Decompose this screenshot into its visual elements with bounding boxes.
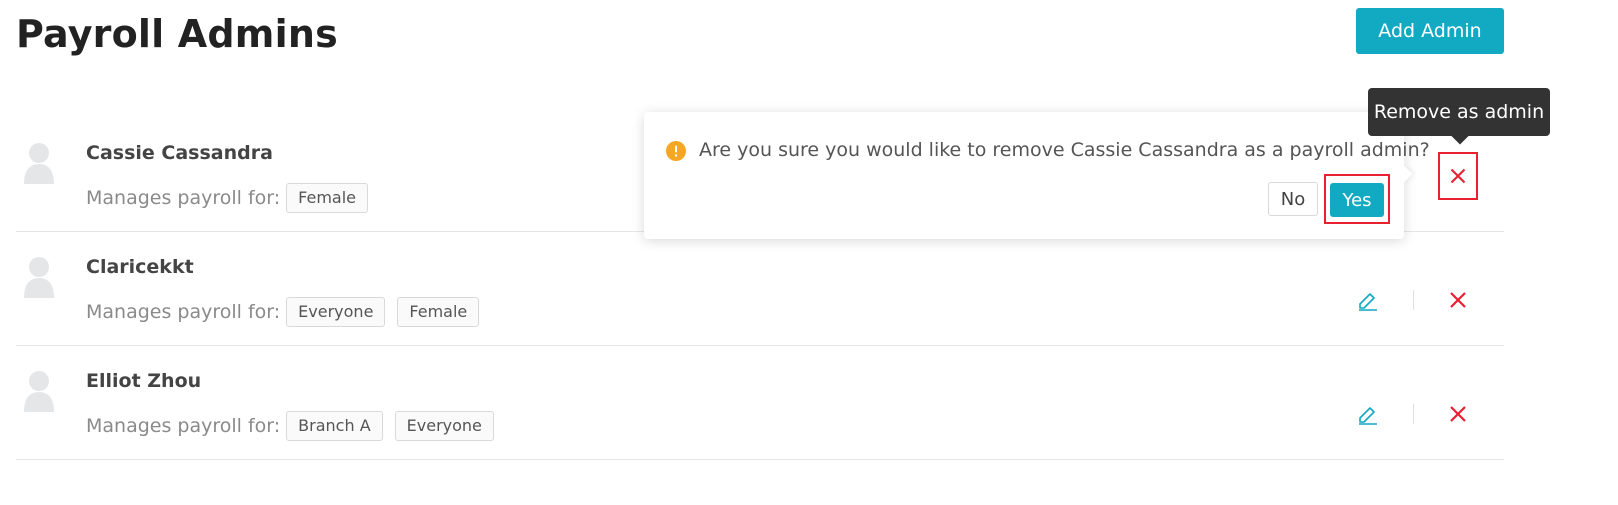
manages-label: Manages payroll for:: [86, 301, 281, 323]
admin-name: Claricekkt: [86, 256, 194, 278]
admin-name: Elliot Zhou: [86, 370, 202, 392]
tooltip-text: Remove as admin: [1373, 101, 1545, 123]
remove-admin-button[interactable]: [1438, 152, 1478, 200]
manages-label: Manages payroll for:: [86, 187, 281, 209]
confirm-message: Are you sure you would like to remove Ca…: [699, 139, 1430, 161]
admin-row: Elliot Zhou Manages payroll for: Branch …: [16, 346, 1504, 460]
avatar: [24, 143, 54, 184]
admin-name: Cassie Cassandra: [86, 142, 273, 164]
manages-payroll-line: Manages payroll for: Female: [86, 182, 380, 214]
avatar: [24, 257, 54, 298]
close-icon[interactable]: [1444, 400, 1472, 428]
remove-confirm-popover: Are you sure you would like to remove Ca…: [644, 112, 1430, 239]
manages-payroll-line: Manages payroll for: Everyone Female: [86, 296, 491, 328]
group-tag: Everyone: [286, 297, 386, 327]
pencil-icon[interactable]: [1356, 402, 1380, 426]
manages-label: Manages payroll for:: [86, 415, 281, 437]
close-icon: [1450, 168, 1466, 184]
pencil-icon[interactable]: [1356, 288, 1380, 312]
row-actions: [1346, 394, 1496, 434]
group-tag: Everyone: [394, 411, 494, 441]
no-button[interactable]: No: [1268, 182, 1318, 216]
group-tag: Female: [397, 297, 480, 327]
action-divider: [1413, 290, 1414, 310]
yes-button-highlight: Yes: [1324, 174, 1390, 224]
page-title: Payroll Admins: [16, 12, 338, 56]
payroll-admins-page: Payroll Admins Add Admin Cassie Cassandr…: [0, 0, 1618, 505]
admin-row: Claricekkt Manages payroll for: Everyone…: [16, 232, 1504, 346]
exclamation-circle-icon: [666, 141, 686, 161]
remove-tooltip: Remove as admin: [1368, 88, 1550, 145]
add-admin-button[interactable]: Add Admin: [1356, 8, 1504, 54]
group-tag: Female: [286, 183, 369, 213]
avatar: [24, 371, 54, 412]
close-icon[interactable]: [1444, 286, 1472, 314]
group-tag: Branch A: [286, 411, 383, 441]
yes-button[interactable]: Yes: [1330, 183, 1384, 217]
row-actions: [1346, 280, 1496, 320]
manages-payroll-line: Manages payroll for: Branch A Everyone: [86, 410, 506, 442]
action-divider: [1413, 404, 1414, 424]
